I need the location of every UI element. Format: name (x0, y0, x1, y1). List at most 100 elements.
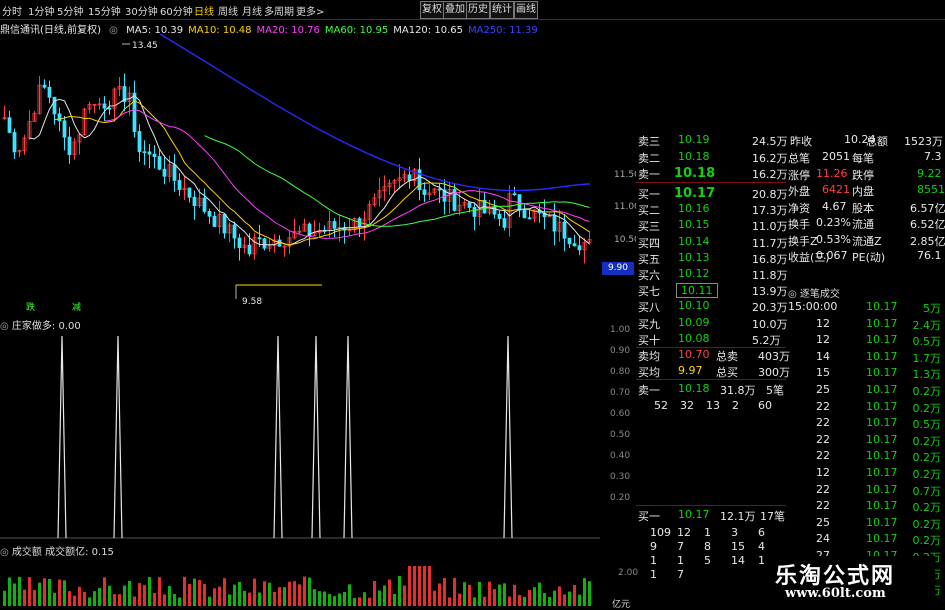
order-label: 买九 (638, 317, 660, 331)
order-price: 10.18 (674, 166, 716, 181)
tick-volume: 0.5万 (912, 335, 942, 349)
indicator-chart[interactable] (0, 330, 600, 540)
tick-price: 10.17 (866, 499, 898, 513)
avg-value: 403万 (758, 350, 790, 363)
volume-bar (98, 588, 101, 606)
volume-bar (368, 597, 371, 606)
ma250-line (159, 34, 591, 192)
candle (402, 170, 407, 183)
indicator-axis-tick: 0.20 (610, 493, 631, 503)
volume-bar (8, 577, 11, 606)
volume-bar (218, 586, 221, 606)
candle (92, 103, 97, 113)
candle (332, 218, 337, 238)
volume-bar (443, 577, 446, 606)
toolbar-button[interactable]: 复权 (420, 1, 444, 19)
volume-bar (313, 589, 316, 606)
indicator-spike (503, 335, 513, 539)
period-tab[interactable]: 日线 (194, 3, 214, 18)
order-volume: 24.5万 (752, 135, 788, 148)
volume-bar (483, 596, 486, 606)
indicator-spike (311, 335, 321, 539)
tick-time: 22 (816, 482, 830, 496)
candle (412, 167, 417, 187)
indicator-axis-tick: 0.50 (610, 430, 631, 440)
toolbar-button[interactable]: 统计 (490, 1, 514, 19)
volume-bar (243, 590, 246, 606)
period-tab[interactable]: 多周期 (264, 3, 294, 18)
candle (352, 217, 357, 233)
volume-bar (413, 566, 416, 606)
stat-key: 流通Z (852, 234, 882, 248)
queue-volume: 31.8万 (720, 384, 756, 397)
order-label: 买六 (638, 269, 660, 282)
queue-cell: 1 (677, 554, 684, 567)
toolbar-button[interactable]: 叠加 (443, 1, 467, 19)
volume-bar (78, 586, 81, 606)
queue-cell: 32 (680, 399, 694, 412)
order-label: 买八 (638, 301, 660, 315)
candle (387, 179, 392, 196)
period-tab[interactable]: 月线 (242, 3, 262, 18)
candle (287, 231, 292, 255)
tick-price: 10.17 (866, 316, 898, 330)
tick-volume: 0.2万 (912, 401, 942, 415)
volume-bar (13, 583, 16, 606)
volume-bar (163, 594, 166, 606)
tick-time: 22 (816, 499, 830, 513)
order-label: 买一 (638, 188, 660, 201)
tick-price: 10.17 (866, 333, 898, 347)
candle (157, 150, 162, 171)
candle (382, 175, 387, 201)
tick-price: 10.17 (866, 383, 898, 396)
tick-price: 10.17 (866, 449, 898, 463)
order-label: 买二 (638, 204, 660, 218)
volume-bar (53, 592, 56, 606)
tick-price: 10.17 (866, 366, 898, 380)
volume-bar (528, 590, 531, 606)
toolbar-button[interactable]: 历史 (466, 1, 490, 19)
order-volume: 17.3万 (752, 204, 788, 218)
toolbar-button[interactable]: 画线 (514, 1, 538, 19)
order-volume: 20.8万 (752, 188, 788, 201)
stat-key: PE(动) (852, 251, 886, 264)
stat-value: 6421 (822, 183, 850, 196)
period-tab[interactable]: 5分钟 (57, 3, 83, 18)
period-tab[interactable]: 分时 (2, 3, 22, 18)
candle (522, 203, 527, 219)
indicator-axis-tick: 0.80 (610, 367, 631, 377)
volume-bar (498, 584, 501, 606)
volume-chart[interactable] (0, 556, 600, 606)
tick-row: 15:00:00 10.17 5万 (788, 300, 945, 316)
period-tab[interactable]: 60分钟 (160, 3, 193, 18)
volume-bar (563, 594, 566, 606)
candle (577, 236, 582, 256)
candle (167, 155, 172, 182)
tick-time: 14 (816, 349, 830, 363)
indicator-spike (113, 335, 123, 539)
tick-price: 10.17 (866, 482, 898, 496)
stat-key: 总额 (866, 135, 888, 148)
stat-value: 0.53% (816, 232, 851, 246)
period-tab[interactable]: 30分钟 (125, 3, 158, 18)
volume-bar (283, 587, 286, 606)
candle (32, 111, 37, 122)
tick-price: 10.17 (866, 466, 898, 479)
volume-bar (553, 590, 556, 606)
volume-bar (573, 585, 576, 606)
period-tab[interactable]: 1分钟 (28, 3, 54, 18)
volume-bar (228, 594, 231, 606)
order-price: 10.15 (678, 218, 710, 232)
avg-value: 300万 (758, 366, 790, 379)
candlestick-chart[interactable]: 13.45 9.58 跌 减 (0, 34, 600, 314)
tick-time: 25 (816, 383, 830, 396)
period-tab[interactable]: 15分钟 (88, 3, 121, 18)
period-tab[interactable]: 更多> (296, 3, 324, 18)
candle (502, 210, 507, 231)
candle (397, 164, 402, 190)
tick-row: 25 10.17 0.2万 (788, 383, 945, 399)
period-tab[interactable]: 周线 (218, 3, 238, 18)
stat-key: 跌停 (852, 168, 874, 182)
volume-bar (213, 588, 216, 606)
current-price-tag: 9.90 (602, 262, 634, 275)
